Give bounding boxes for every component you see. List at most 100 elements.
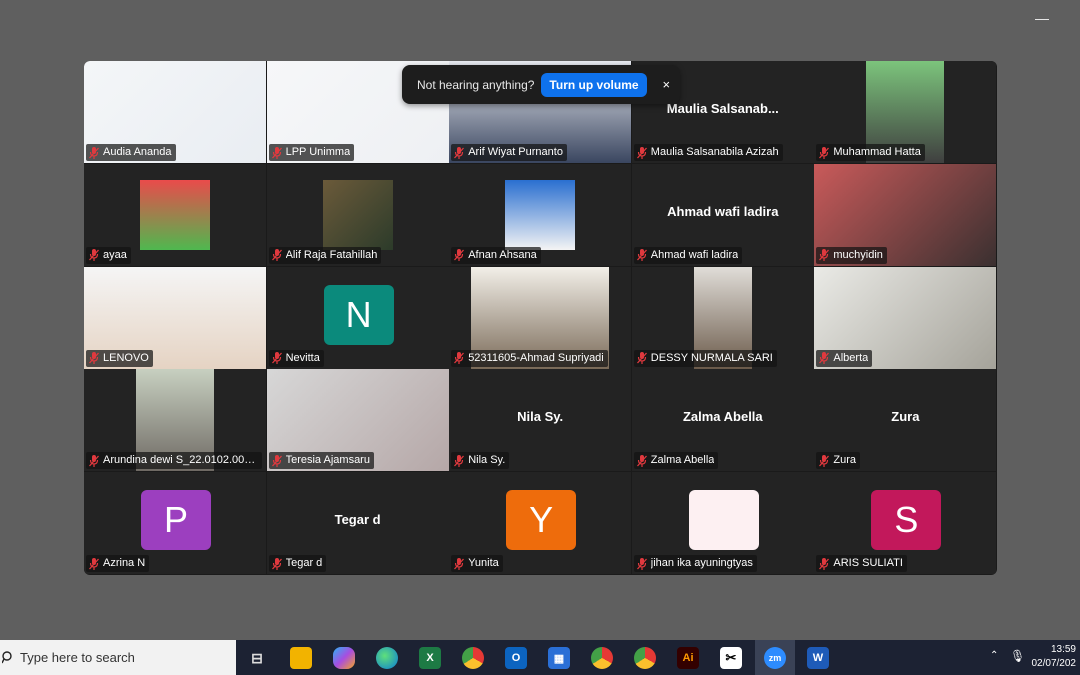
clock-time: 13:59 [1050,644,1076,655]
participant-tile[interactable]: Audia Ananda [84,61,266,163]
edge-icon[interactable] [376,647,398,669]
muted-microphone-icon [89,454,99,467]
muted-microphone-icon [454,557,465,570]
participant-tile[interactable]: Afnan Ahsana [449,163,632,266]
participant-name-label: Audia Ananda [86,144,176,161]
participant-tile[interactable]: Arundina dewi S_22.0102.000... [84,369,266,472]
participant-name: Nila Sy. [468,454,506,467]
participant-tile[interactable]: Tegar d Tegar d [266,472,449,575]
participant-tile[interactable]: S ARIS SULIATI [814,472,997,575]
chrome-icon[interactable] [462,647,484,669]
muted-microphone-icon [89,249,99,262]
notification-message: Not hearing anything? [417,77,535,92]
participant-name: Ahmad wafi ladira [650,248,739,261]
muted-microphone-icon [454,352,465,365]
capcut-icon[interactable]: ✂ [720,647,742,669]
participant-name-label: Alif Raja Fatahillah [268,246,382,264]
participant-grid: Audia Ananda LPP Unimma Arif Wiyat Purnant… [84,61,997,575]
muted-microphone-icon [89,352,99,365]
zoom-icon[interactable]: zm [764,647,786,669]
participant-tile[interactable]: Teresia Ajamsaru [266,369,449,472]
search-placeholder: Type here to search [20,650,135,665]
copilot-icon[interactable] [333,647,355,669]
participant-avatar: S [871,490,942,551]
task-view-icon[interactable]: ⊟ [246,647,268,669]
participant-display-name: Tegar d [334,512,381,528]
muted-microphone-icon [819,249,830,262]
chrome-profile-icon[interactable] [591,647,613,669]
excel-icon[interactable]: X [419,647,441,669]
participant-name: Afnan Ahsana [468,248,537,261]
muted-microphone-icon [271,146,282,159]
close-icon[interactable]: × [663,77,671,92]
participant-avatar [688,490,759,551]
participant-name-label: Muhammad Hatta [816,144,925,161]
participant-name: 52311605-Ahmad Supriyadi [468,351,604,364]
participant-name-label: 52311605-Ahmad Supriyadi [451,349,608,367]
system-tray: ⌃ 🎙 13:59 02/07/202 [990,640,1080,675]
participant-name-label: muchyidin [816,246,887,264]
participant-tile[interactable]: Zura Zura [814,369,997,472]
muted-microphone-icon [271,557,282,570]
minimize-button[interactable]: — [1032,8,1052,28]
participant-name: ayaa [103,248,127,261]
participant-name: Azrina N [103,557,146,570]
participant-name-label: Azrina N [86,555,150,573]
muted-microphone-icon [819,146,830,159]
participant-avatar: P [141,490,211,551]
participant-tile[interactable]: jihan ika ayuningtyas [631,472,814,575]
participant-name: Tegar d [285,557,323,570]
participant-name-label: LPP Unimma [268,144,355,161]
muted-microphone-icon [636,454,647,467]
participant-tile[interactable]: Y Yunita [449,472,632,575]
participant-tile[interactable]: LENOVO [84,266,266,369]
participant-tile[interactable]: Ahmad wafi ladira Ahmad wafi ladira [631,163,814,266]
muted-microphone-icon [819,557,830,570]
microphone-icon[interactable]: 🎙 [1010,649,1025,663]
participant-display-name: Zalma Abella [682,409,763,425]
muted-microphone-icon [636,146,647,159]
participant-name-label: ayaa [86,246,131,264]
participant-name-label: Alberta [816,349,873,367]
muted-microphone-icon [819,352,830,365]
participant-name-label: Arundina dewi S_22.0102.000... [86,452,262,470]
word-icon[interactable]: W [807,647,829,669]
participant-display-name: Ahmad wafi ladira [667,203,779,219]
file-explorer-icon[interactable] [290,647,312,669]
participant-video [505,179,576,250]
participant-tile[interactable]: Alif Raja Fatahillah [266,163,449,266]
taskbar-clock[interactable]: 13:59 02/07/202 [1032,643,1077,671]
muted-microphone-icon [819,454,830,467]
chevron-up-icon[interactable]: ⌃ [990,650,998,661]
muted-microphone-icon [89,146,99,159]
participant-tile[interactable]: ayaa [84,163,266,266]
participant-name-label: Zalma Abella [633,452,719,470]
participant-tile[interactable]: 52311605-Ahmad Supriyadi [449,266,632,369]
participant-name-label: Nevitta [268,349,324,367]
participant-tile[interactable]: N Nevitta [266,266,449,369]
participant-tile[interactable]: Alberta [814,266,997,369]
participant-tile[interactable]: DESSY NURMALA SARI [631,266,814,369]
participant-name-label: Ahmad wafi ladira [633,246,743,264]
muted-microphone-icon [454,249,465,262]
search-icon [2,650,12,663]
participant-tile[interactable]: Zalma Abella Zalma Abella [631,369,814,472]
taskbar-search-box[interactable]: Type here to search [0,640,236,675]
outlook-icon[interactable]: O [505,647,527,669]
store-icon[interactable]: ▦ [548,647,570,669]
participant-name: Nevitta [285,351,320,364]
participant-tile[interactable]: P Azrina N [84,472,266,575]
participant-display-name: Nila Sy. [517,409,564,425]
participant-tile[interactable]: Nila Sy. Nila Sy. [449,369,632,472]
chrome-profile-2-icon[interactable] [634,647,656,669]
participant-tile[interactable]: Muhammad Hatta [814,61,997,163]
participant-tile[interactable]: muchyidin [814,163,997,266]
turn-up-volume-button[interactable]: Turn up volume [541,72,647,97]
muted-microphone-icon [271,352,282,365]
participant-name: Arif Wiyat Purnanto [468,146,563,158]
participant-name: Audia Ananda [103,146,172,158]
participant-video [322,179,393,250]
illustrator-icon[interactable]: Ai [677,647,699,669]
participant-name-label: Maulia Salsanabila Azizah [633,144,783,161]
participant-name-label: jihan ika ayuningtyas [633,555,757,573]
